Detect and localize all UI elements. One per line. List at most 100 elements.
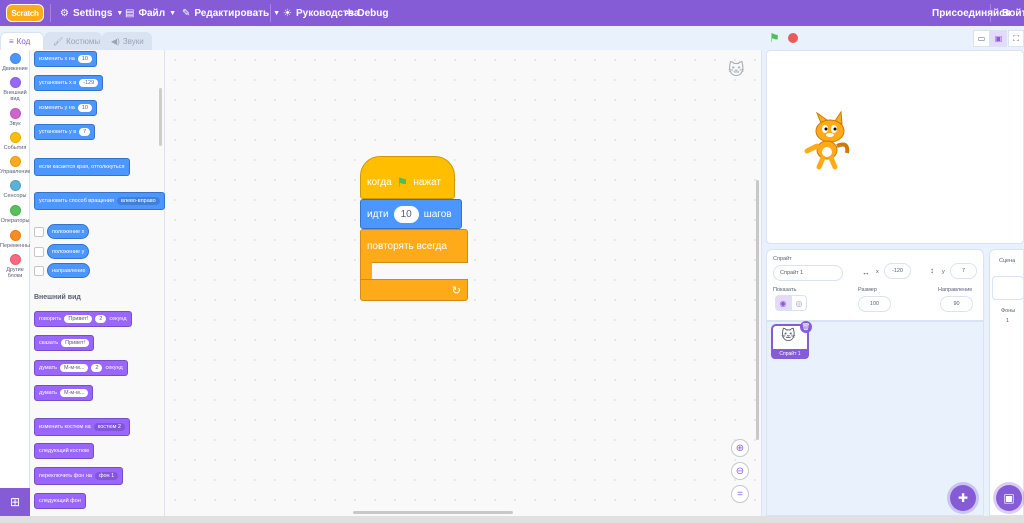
forever-block-bottom[interactable]: ↻ (360, 279, 468, 301)
y-input[interactable]: 7 (950, 263, 977, 279)
reporter-y-position[interactable]: положение y (47, 244, 90, 259)
category-events[interactable]: События (0, 132, 30, 151)
category-variables[interactable]: Переменные (0, 230, 34, 249)
hide-sprite-button[interactable]: ◎ (791, 295, 807, 311)
add-extension-button[interactable]: ⊞ (0, 488, 30, 516)
block-input[interactable]: М-м-м... (60, 364, 89, 372)
block-dropdown[interactable]: костюм 2 (93, 423, 125, 431)
menu-divider (990, 4, 991, 22)
block-change-x[interactable]: изменить x на 10 (34, 51, 97, 67)
add-backdrop-button[interactable]: ▣ (996, 485, 1022, 511)
block-say-for-secs[interactable]: говорить Привет! 2 секунд (34, 311, 132, 327)
category-motion[interactable]: Движение (0, 53, 30, 72)
block-label: переключить фон на (39, 473, 92, 479)
block-dropdown[interactable]: фон 1 (94, 472, 119, 480)
block-input[interactable]: -129 (79, 79, 99, 87)
block-say[interactable]: сказать Привет! (34, 335, 94, 351)
block-think-for-secs[interactable]: думать М-м-м... 2 секунд (34, 360, 128, 376)
block-input[interactable]: Привет! (61, 339, 89, 347)
checkbox-y-position[interactable] (34, 247, 44, 257)
category-control[interactable]: Управление (0, 156, 31, 175)
scratch-logo[interactable]: Scratch (6, 4, 44, 22)
palette-scrollbar[interactable] (159, 88, 162, 146)
block-think[interactable]: думать М-м-м... (34, 385, 94, 401)
tab-sounds[interactable]: ◀) Звуки (102, 32, 152, 50)
file-menu[interactable]: ▤ Файл ▼ (125, 0, 176, 26)
reporter-direction[interactable]: направление (47, 263, 91, 278)
fullscreen-button[interactable]: ⛶ (1008, 30, 1024, 47)
loop-arrow-icon: ↻ (451, 284, 461, 297)
block-next-costume[interactable]: следующий костюм (34, 443, 94, 459)
category-dot-icon (9, 180, 21, 191)
when-flag-clicked-block[interactable]: когда ⚑ нажат (360, 156, 455, 199)
block-input[interactable]: 7 (79, 128, 91, 136)
show-sprite-button[interactable]: ◉ (775, 295, 791, 311)
block-rotation-style[interactable]: установить способ вращения влево-вправо (34, 192, 165, 210)
block-input[interactable]: 2 (91, 364, 103, 372)
normal-stage-icon: ▣ (994, 34, 1003, 43)
block-input[interactable]: 2 (95, 315, 107, 323)
block-label: изменить x на (39, 56, 75, 62)
block-change-y[interactable]: изменить y на 10 (34, 100, 97, 116)
sprite-name-input[interactable]: Спрайт 1 (773, 265, 843, 281)
block-input[interactable]: 10 (77, 55, 92, 63)
join-label: Присоединяйся (932, 7, 1011, 19)
block-label: говорить (39, 316, 62, 322)
block-input[interactable]: Привет! (64, 315, 93, 323)
normal-stage-button[interactable]: ▣ (990, 30, 1007, 47)
reporter-x-position[interactable]: положение x (47, 224, 90, 239)
stage-thumbnail[interactable] (992, 276, 1024, 300)
zoom-in-button[interactable]: ⊕ (731, 439, 749, 457)
block-switch-backdrop[interactable]: переключить фон на фон 1 (34, 467, 124, 485)
block-bounce[interactable]: если касается края, оттолкнуться (34, 158, 130, 176)
category-label: Движение (2, 66, 28, 72)
block-input[interactable]: 10 (77, 104, 92, 112)
stop-button[interactable] (788, 33, 798, 43)
backdrops-label: Фоны (1001, 308, 1016, 314)
zoom-reset-button[interactable]: = (731, 485, 749, 503)
stage[interactable] (766, 50, 1024, 244)
category-looks[interactable]: Внешний вид (0, 77, 30, 102)
block-switch-costume[interactable]: изменить костюм на костюм 2 (34, 418, 130, 436)
zoom-out-button[interactable]: ⊖ (731, 462, 749, 480)
delete-sprite-button[interactable]: 🗑 (800, 321, 812, 333)
workspace-vertical-scrollbar[interactable] (756, 180, 759, 440)
block-label: следующий фон (39, 498, 81, 504)
workspace-horizontal-scrollbar[interactable] (353, 511, 513, 514)
size-input[interactable]: 100 (858, 296, 891, 312)
tab-costumes[interactable]: 🖌 Костюмы (44, 32, 102, 50)
block-set-x[interactable]: установить x в -129 (34, 75, 104, 91)
block-input[interactable]: М-м-м... (60, 389, 89, 397)
green-flag-button[interactable]: ⚑ (769, 31, 780, 45)
block-label: повторять всегда (367, 240, 447, 252)
category-label: Переменные (0, 243, 34, 249)
checkbox-x-position[interactable] (34, 227, 44, 237)
block-dropdown[interactable]: влево-вправо (116, 197, 160, 205)
category-my-blocks[interactable]: Другие блоки (0, 254, 30, 279)
block-set-y[interactable]: установить y в 7 (34, 124, 96, 140)
move-steps-block[interactable]: идти 10 шагов (360, 199, 462, 229)
small-stage-button[interactable]: ▭ (973, 30, 990, 47)
signin-button[interactable]: Войти (1002, 0, 1024, 26)
sprite-label: Спрайт (773, 256, 792, 262)
x-input[interactable]: -120 (884, 263, 911, 279)
edit-menu[interactable]: ✎ Редактировать ▼ (182, 0, 280, 26)
debug-button[interactable]: ✲ Debug (345, 0, 389, 26)
cat-sprite (804, 110, 850, 170)
block-next-backdrop[interactable]: следующий фон (34, 493, 86, 509)
category-sound[interactable]: Звук (0, 108, 30, 127)
code-icon: ≡ (9, 37, 14, 46)
forever-block[interactable]: повторять всегда (360, 229, 468, 263)
category-operators[interactable]: Операторы (0, 205, 30, 224)
checkbox-direction[interactable] (34, 266, 44, 276)
direction-input[interactable]: 90 (940, 296, 973, 312)
category-sensing[interactable]: Сенсоры (0, 180, 30, 199)
add-sprite-button[interactable]: ✚ (950, 485, 976, 511)
join-button[interactable]: Присоединяйся (932, 0, 1011, 26)
settings-menu[interactable]: ⚙ Settings ▼ (60, 0, 123, 26)
green-flag-icon: ⚑ (396, 174, 409, 190)
tab-code[interactable]: ≡ Код (0, 32, 44, 50)
steps-input[interactable]: 10 (393, 205, 419, 223)
block-label: установить способ вращения (39, 198, 114, 204)
block-label: думать (39, 390, 58, 396)
